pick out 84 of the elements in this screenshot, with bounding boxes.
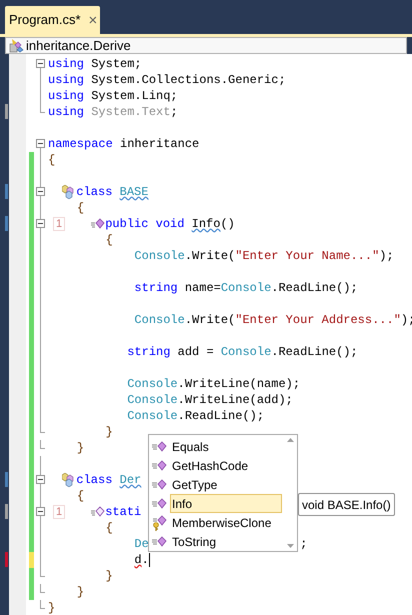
- method-icon: [152, 478, 168, 492]
- code-token: .ReadLine();: [271, 344, 358, 360]
- code-token: .ReadLine();: [178, 408, 264, 424]
- code-token: }: [76, 584, 84, 600]
- code-token: class: [76, 472, 112, 488]
- class-icon: [62, 473, 76, 487]
- code-token: Console: [127, 392, 178, 408]
- code-token: }: [106, 424, 113, 440]
- document-tab[interactable]: Program.cs* ×: [5, 6, 100, 34]
- code-token: De: [134, 536, 149, 552]
- code-token: {: [48, 152, 56, 168]
- code-token: string: [134, 280, 178, 296]
- completion-item[interactable]: GetHashCode: [170, 456, 282, 475]
- code-token: add =: [178, 344, 215, 360]
- code-token: }: [76, 440, 84, 456]
- collapse-toggle[interactable]: [36, 139, 45, 148]
- scroll-down-icon[interactable]: [286, 544, 294, 548]
- code-token: System;: [91, 56, 142, 72]
- code-token: .: [142, 552, 149, 568]
- tooltip: void BASE.Info(): [298, 493, 395, 516]
- method-icon: [152, 534, 168, 548]
- code-token: );: [379, 248, 394, 264]
- completion-item[interactable]: GetType: [170, 475, 282, 494]
- code-token: .Write(: [184, 312, 236, 328]
- code-token: using: [48, 72, 84, 88]
- code-token: string: [127, 344, 170, 360]
- code-token: ;: [300, 536, 308, 552]
- code-token: class: [76, 184, 112, 200]
- code-token: using: [48, 104, 84, 120]
- completion-item[interactable]: Info: [170, 494, 282, 513]
- code-token: System.Collections.Generic;: [91, 72, 286, 88]
- code-token: using: [48, 88, 84, 104]
- code-token: inheritance: [120, 136, 200, 152]
- collapse-toggle[interactable]: [36, 507, 45, 516]
- navigation-type[interactable]: inheritance.Derive: [26, 36, 131, 56]
- completion-item[interactable]: Equals: [170, 437, 282, 456]
- code-token: }: [106, 568, 113, 584]
- code-token: BASE: [120, 184, 148, 200]
- code-token: namespace: [48, 136, 113, 152]
- code-token: .WriteLine(add);: [178, 392, 293, 408]
- code-token: name=: [184, 280, 221, 296]
- collapse-toggle[interactable]: [36, 475, 45, 484]
- code-token: .WriteLine(name);: [178, 376, 300, 392]
- class-icon: [62, 185, 76, 199]
- code-token: using: [48, 56, 84, 72]
- code-token: (): [220, 216, 235, 232]
- code-token: "Enter Your Address...": [235, 312, 401, 328]
- code-token: void: [156, 216, 184, 232]
- code-token: }: [48, 600, 56, 615]
- completion-item[interactable]: MemberwiseClone: [170, 513, 282, 532]
- code-token: {: [106, 232, 113, 248]
- collapse-toggle[interactable]: [36, 187, 45, 196]
- code-token: Info: [192, 216, 220, 232]
- code-token: .ReadLine();: [271, 280, 358, 296]
- code-token: Console: [127, 408, 178, 424]
- method-icon: [91, 217, 106, 231]
- code-token: Console: [134, 248, 185, 264]
- collapse-toggle[interactable]: [36, 219, 45, 228]
- close-button[interactable]: ×: [88, 12, 98, 28]
- code-token: "Enter Your Name...": [235, 248, 380, 264]
- code-token: System.Linq;: [91, 88, 178, 104]
- code-token: {: [106, 520, 113, 536]
- completion-item[interactable]: ToString: [170, 532, 282, 551]
- method-icon: [152, 458, 168, 472]
- code-token: public: [105, 216, 148, 232]
- collapse-toggle[interactable]: [36, 59, 45, 68]
- scroll-up-icon[interactable]: [286, 438, 294, 442]
- code-token: ;: [170, 104, 178, 120]
- code-token: stati: [105, 504, 142, 520]
- code-token: .Write(: [184, 248, 236, 264]
- method-icon: [152, 440, 168, 454]
- code-token: {: [76, 488, 84, 504]
- code-token: Console: [220, 280, 272, 296]
- code-token: d: [134, 552, 142, 568]
- code-token: Console: [127, 376, 178, 392]
- class-icon: [9, 38, 24, 52]
- code-token: {: [76, 200, 84, 216]
- protected-method-icon: [152, 514, 168, 530]
- method-icon: [152, 496, 168, 510]
- code-token: Console: [134, 312, 185, 328]
- code-token: System.Text: [91, 104, 170, 120]
- code-token: Console: [220, 344, 272, 360]
- code-token: Der: [120, 472, 142, 488]
- method-icon: [91, 505, 106, 519]
